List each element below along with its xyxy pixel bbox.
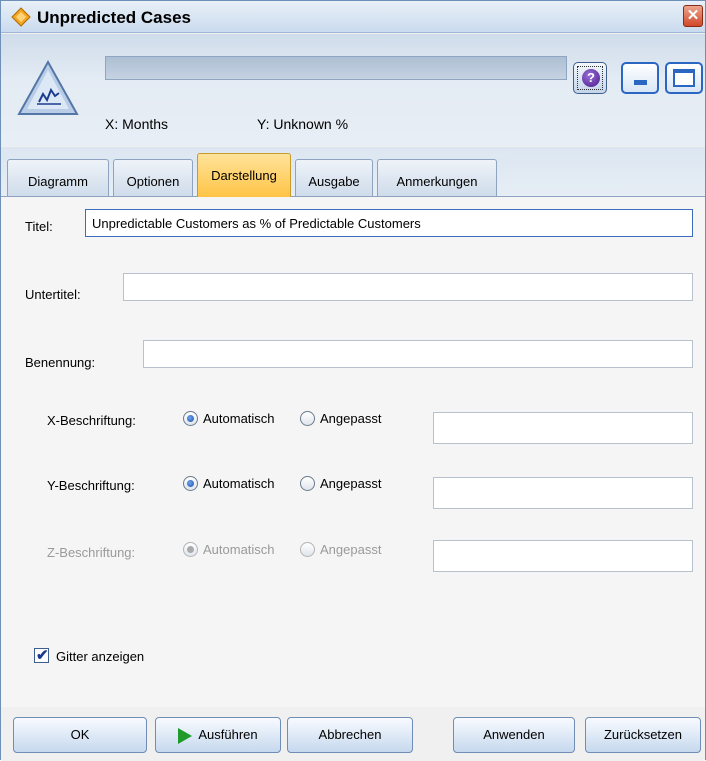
maximize-icon — [673, 69, 695, 87]
tab-optionen[interactable]: Optionen — [113, 159, 193, 196]
x-custom-label: Angepasst — [320, 411, 382, 426]
x-custom-input[interactable] — [433, 412, 693, 444]
node-name-bar — [105, 56, 567, 80]
subtitle-label: Untertitel: — [25, 287, 81, 302]
y-label-caption: Y-Beschriftung: — [47, 478, 135, 493]
help-button[interactable]: ? — [573, 62, 607, 94]
x-custom-radio[interactable] — [300, 411, 315, 426]
checkmark-icon: ✔ — [36, 647, 49, 664]
y-custom-input[interactable] — [433, 477, 693, 509]
node-header: ? X: Months Y: Unknown % — [1, 34, 705, 146]
reset-button[interactable]: Zurücksetzen — [585, 717, 701, 753]
run-button-label: Ausführen — [198, 727, 258, 742]
dialog-window: Unpredicted Cases ✕ ? X: Months Y: Unkno… — [0, 0, 706, 761]
z-custom-radio — [300, 542, 315, 557]
caption-input[interactable] — [143, 340, 693, 368]
z-auto-label: Automatisch — [203, 542, 275, 557]
x-label-caption: X-Beschriftung: — [47, 413, 136, 428]
tab-strip: Diagramm Optionen Darstellung Ausgabe An… — [1, 147, 705, 197]
show-grid-checkbox[interactable]: ✔ — [34, 647, 49, 664]
z-custom-label: Angepasst — [320, 542, 382, 557]
ok-button[interactable]: OK — [13, 717, 147, 753]
minimize-button[interactable] — [621, 62, 659, 94]
tab-ausgabe[interactable]: Ausgabe — [295, 159, 373, 196]
appearance-panel: Titel: Unpredictable Customers as % of P… — [1, 197, 705, 707]
y-custom-radio[interactable] — [300, 476, 315, 491]
y-field-summary: Y: Unknown % — [257, 116, 349, 132]
help-icon: ? — [582, 69, 600, 87]
show-grid-label: Gitter anzeigen — [56, 649, 145, 664]
title-label: Titel: — [25, 219, 53, 234]
z-custom-input — [433, 540, 693, 572]
close-icon: ✕ — [686, 7, 700, 24]
maximize-button[interactable] — [665, 62, 703, 94]
play-icon — [178, 727, 193, 744]
button-bar: OK Ausführen Abbrechen Anwenden Zurückse… — [1, 707, 705, 761]
caption-label: Benennung: — [25, 355, 96, 370]
window-title: Unpredicted Cases — [37, 8, 191, 27]
x-field-summary: X: Months — [105, 116, 169, 132]
y-custom-label: Angepasst — [320, 476, 382, 491]
z-auto-radio — [183, 542, 198, 557]
run-button[interactable]: Ausführen — [155, 717, 281, 753]
minimize-icon — [634, 80, 647, 85]
tab-darstellung[interactable]: Darstellung — [197, 153, 291, 197]
title-input[interactable]: Unpredictable Customers as % of Predicta… — [85, 209, 693, 237]
z-label-caption: Z-Beschriftung: — [47, 545, 136, 560]
node-diamond-icon — [11, 7, 31, 27]
tab-anmerkungen[interactable]: Anmerkungen — [377, 159, 497, 196]
y-auto-label: Automatisch — [203, 476, 275, 491]
x-auto-label: Automatisch — [203, 411, 275, 426]
tab-diagramm[interactable]: Diagramm — [7, 159, 109, 196]
y-auto-radio[interactable] — [183, 476, 198, 491]
title-bar[interactable]: Unpredicted Cases ✕ — [1, 1, 705, 33]
subtitle-input[interactable] — [123, 273, 693, 301]
plot-node-icon — [17, 60, 79, 115]
close-button[interactable]: ✕ — [683, 5, 703, 27]
x-auto-radio[interactable] — [183, 411, 198, 426]
cancel-button[interactable]: Abbrechen — [287, 717, 413, 753]
apply-button[interactable]: Anwenden — [453, 717, 575, 753]
